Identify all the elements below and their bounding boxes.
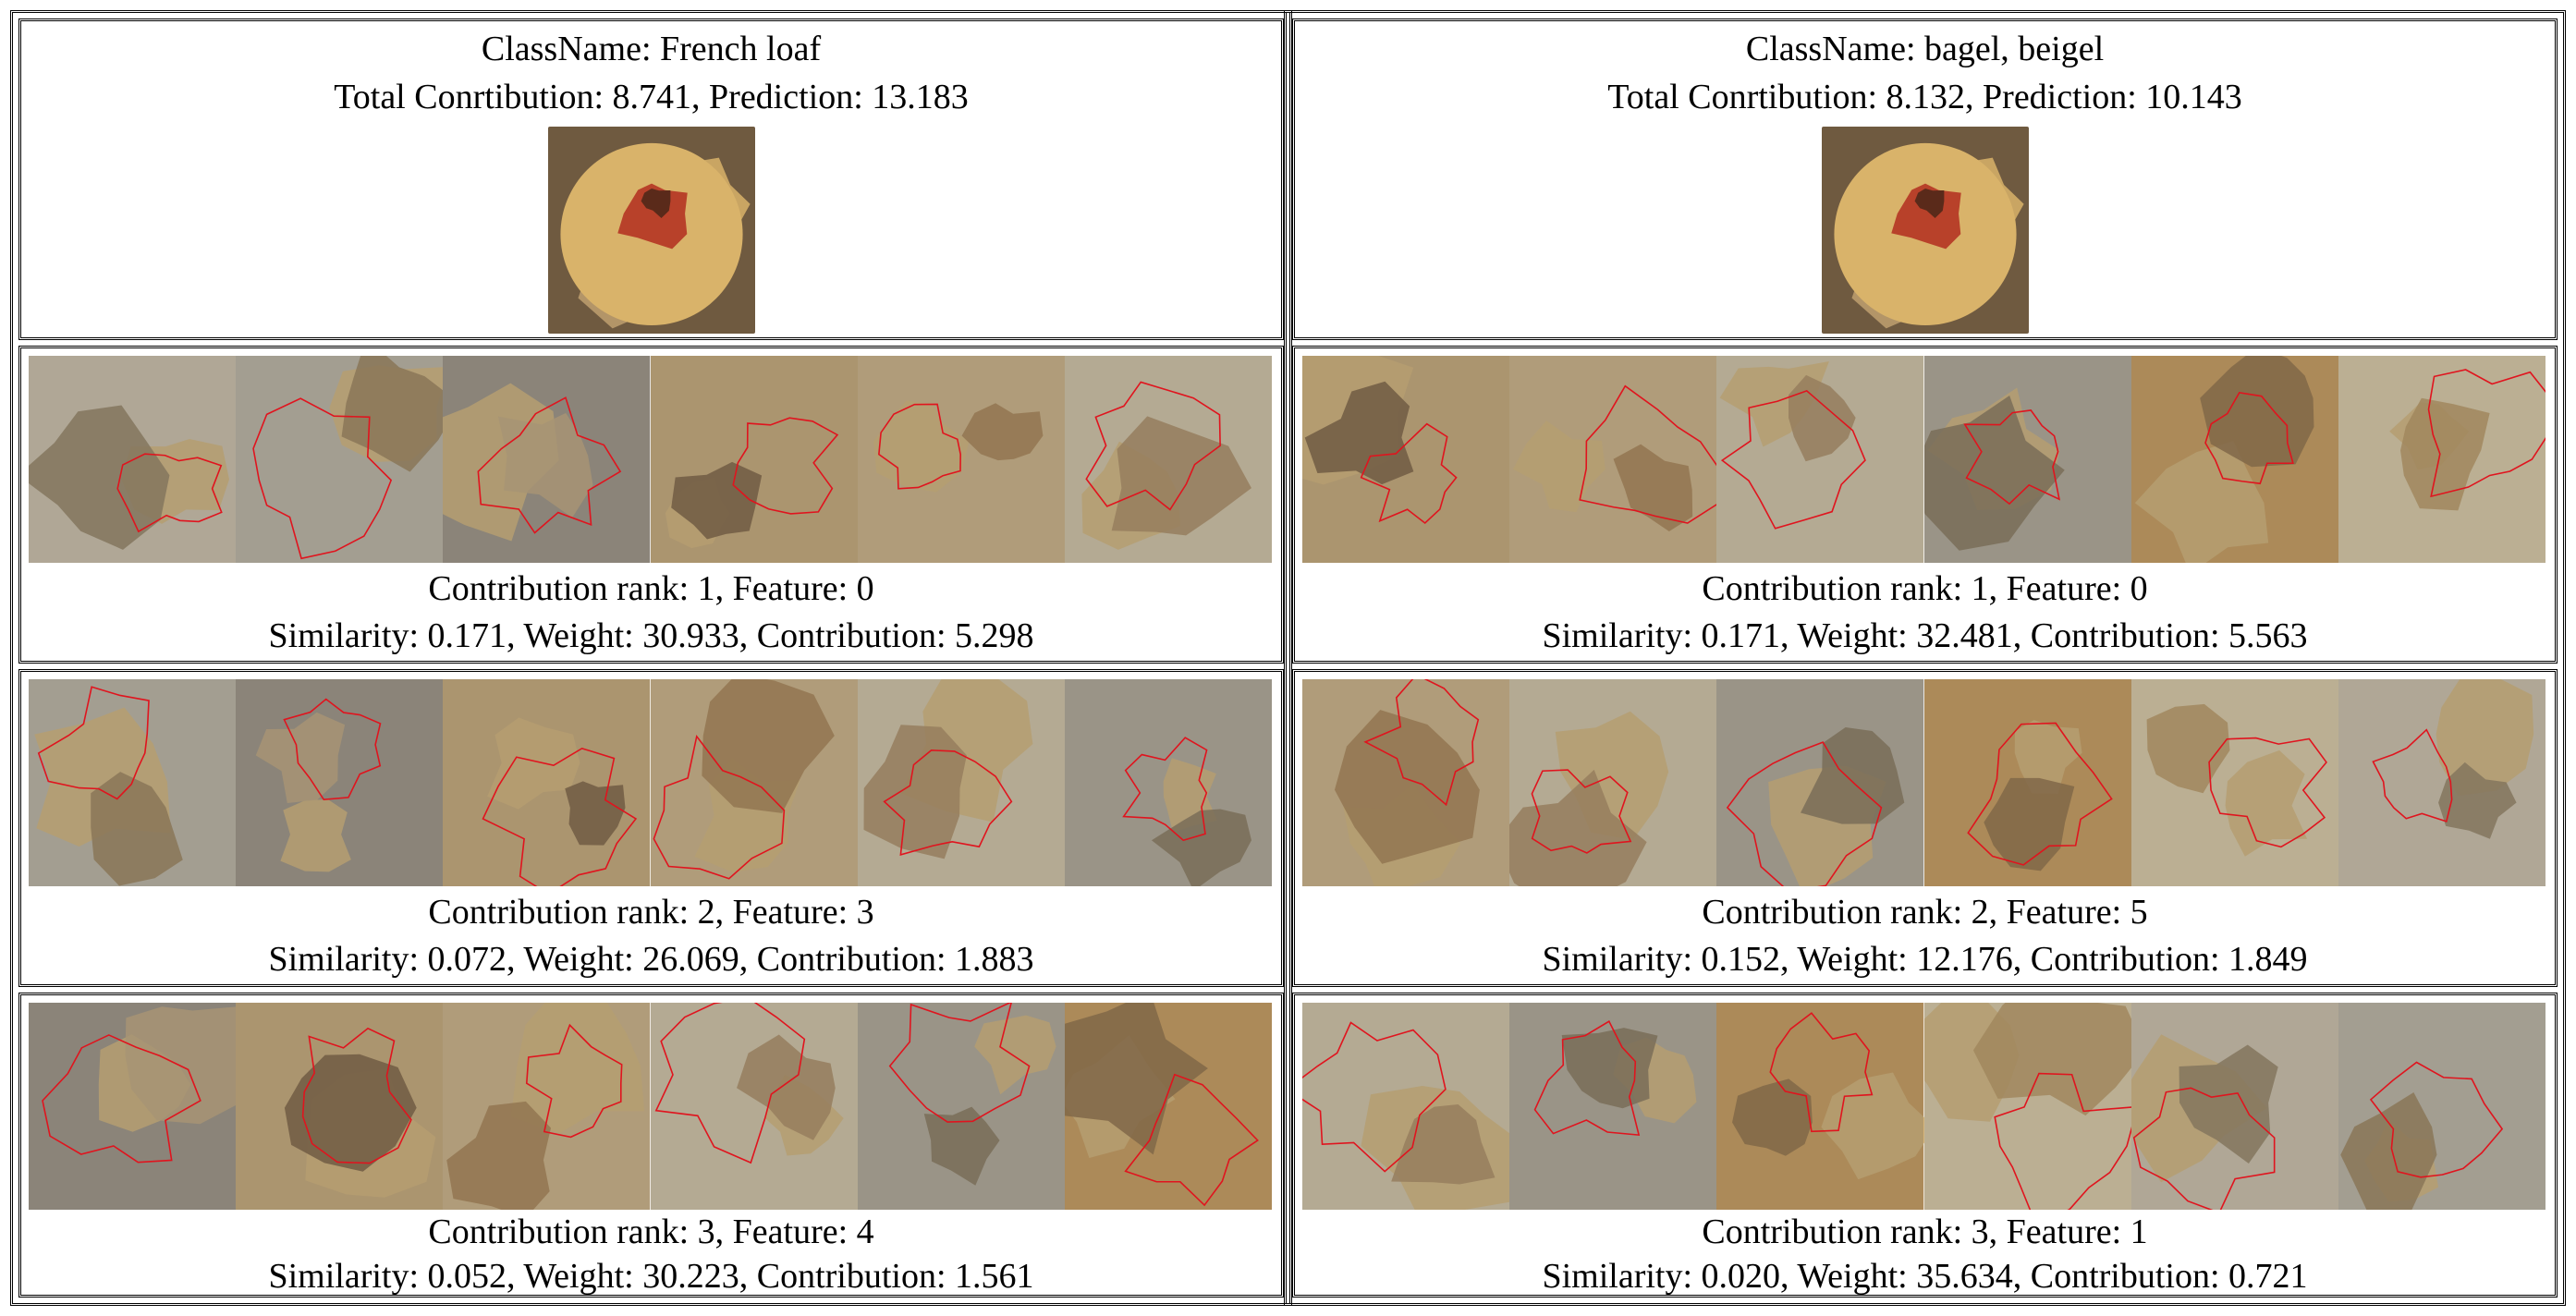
- feature-row-2: Contribution rank: 2, Feature: 3 Similar…: [18, 669, 1284, 987]
- example-image: [443, 356, 651, 563]
- class-name-label: ClassName: French loaf: [481, 30, 822, 68]
- example-image: [650, 1003, 858, 1210]
- query-overlay-image: [29, 356, 237, 563]
- feature-row-1: Contribution rank: 1, Feature: 0 Similar…: [18, 346, 1284, 664]
- query-overlay-image: [1302, 679, 1510, 886]
- example-strip: [29, 1003, 1273, 1210]
- example-image: [1923, 356, 2131, 563]
- panel-bagel: ClassName: bagel, beigel Total Conrtibut…: [1284, 10, 2566, 1306]
- total-contribution-label: Total Conrtibution: 8.132, Prediction: 1…: [1607, 78, 2242, 116]
- example-image: [443, 679, 651, 886]
- example-image: [1509, 679, 1717, 886]
- feature-row-2: Contribution rank: 2, Feature: 5 Similar…: [1292, 669, 2558, 987]
- rank-label: Contribution rank: 1, Feature: 0: [428, 569, 874, 608]
- example-image: [1923, 679, 2131, 886]
- example-image: [2130, 679, 2338, 886]
- example-image: [857, 1003, 1065, 1210]
- query-image: [1821, 127, 2029, 334]
- example-strip: [1302, 1003, 2546, 1210]
- example-image: [2338, 356, 2546, 563]
- example-strip: [29, 679, 1273, 886]
- example-image: [1716, 1003, 1924, 1210]
- example-image: [236, 356, 444, 563]
- example-image: [236, 1003, 444, 1210]
- stats-label: Similarity: 0.072, Weight: 26.069, Contr…: [268, 940, 1034, 979]
- header-cell: ClassName: bagel, beigel Total Conrtibut…: [1292, 18, 2558, 340]
- example-image: [1716, 356, 1924, 563]
- example-image: [857, 356, 1065, 563]
- example-strip: [1302, 679, 2546, 886]
- stats-label: Similarity: 0.171, Weight: 32.481, Contr…: [1542, 616, 2308, 655]
- stats-label: Similarity: 0.020, Weight: 35.634, Contr…: [1542, 1257, 2308, 1296]
- example-image: [1064, 1003, 1273, 1210]
- example-image: [2130, 356, 2338, 563]
- rank-label: Contribution rank: 3, Feature: 4: [428, 1212, 874, 1251]
- rank-label: Contribution rank: 2, Feature: 3: [428, 893, 874, 932]
- stats-label: Similarity: 0.052, Weight: 30.223, Contr…: [268, 1257, 1034, 1296]
- query-overlay-image: [1302, 356, 1510, 563]
- feature-row-3: Contribution rank: 3, Feature: 1 Similar…: [1292, 993, 2558, 1298]
- rank-label: Contribution rank: 1, Feature: 0: [1702, 569, 2148, 608]
- panel-french-loaf: ClassName: French loaf Total Conrtibutio…: [10, 10, 1292, 1306]
- rank-label: Contribution rank: 2, Feature: 5: [1702, 893, 2148, 932]
- example-image: [650, 679, 858, 886]
- feature-row-1: Contribution rank: 1, Feature: 0 Similar…: [1292, 346, 2558, 664]
- feature-row-3: Contribution rank: 3, Feature: 4 Similar…: [18, 993, 1284, 1298]
- example-image: [443, 1003, 651, 1210]
- example-image: [2338, 679, 2546, 886]
- example-strip: [29, 356, 1273, 563]
- example-image: [236, 679, 444, 886]
- stats-label: Similarity: 0.171, Weight: 30.933, Contr…: [268, 616, 1034, 655]
- example-image: [857, 679, 1065, 886]
- example-image: [1923, 1003, 2131, 1210]
- stats-label: Similarity: 0.152, Weight: 12.176, Contr…: [1542, 940, 2308, 979]
- example-image: [1509, 356, 1717, 563]
- example-image: [1509, 1003, 1717, 1210]
- query-overlay-image: [29, 679, 237, 886]
- header-cell: ClassName: French loaf Total Conrtibutio…: [18, 18, 1284, 340]
- query-image: [547, 127, 755, 334]
- example-image: [2130, 1003, 2338, 1210]
- example-image: [1064, 356, 1273, 563]
- rank-label: Contribution rank: 3, Feature: 1: [1702, 1212, 2148, 1251]
- class-name-label: ClassName: bagel, beigel: [1745, 30, 2105, 68]
- example-image: [2338, 1003, 2546, 1210]
- query-overlay-image: [1302, 1003, 1510, 1210]
- query-overlay-image: [29, 1003, 237, 1210]
- example-image: [1064, 679, 1273, 886]
- example-image: [650, 356, 858, 563]
- example-image: [1716, 679, 1924, 886]
- example-strip: [1302, 356, 2546, 563]
- total-contribution-label: Total Conrtibution: 8.741, Prediction: 1…: [334, 78, 969, 116]
